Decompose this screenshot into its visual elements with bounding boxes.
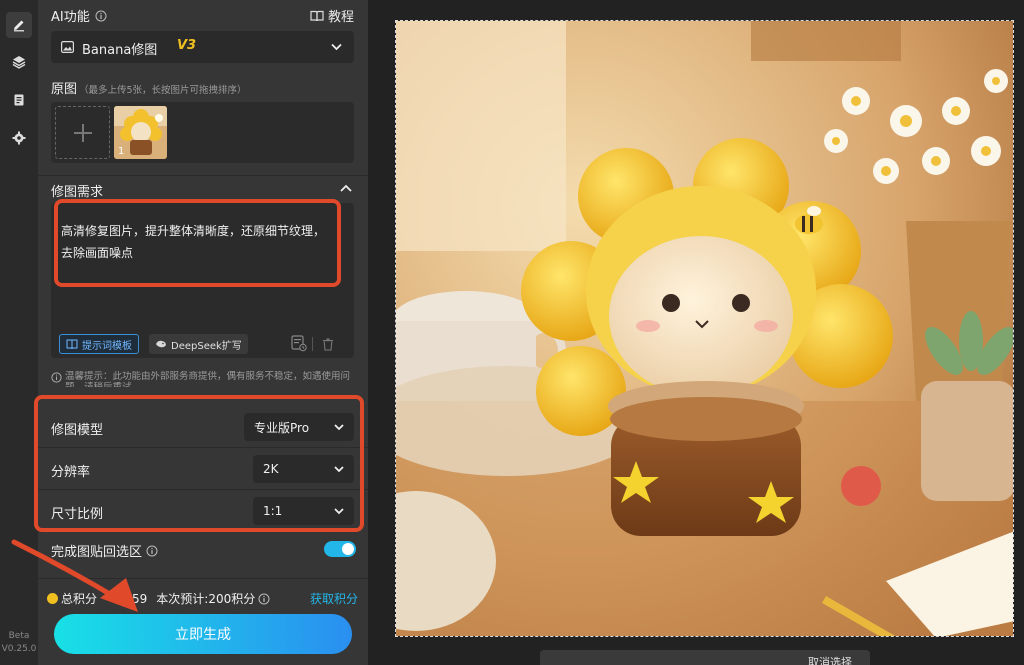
preview-artwork xyxy=(396,21,1013,636)
model-select[interactable]: Banana修图 V3 xyxy=(51,31,354,63)
book-icon xyxy=(310,10,324,21)
history-icon[interactable] xyxy=(291,335,307,352)
beta-label: Beta xyxy=(8,631,30,641)
source-thumbnail[interactable]: 1 xyxy=(114,106,167,159)
requirement-title: 修图需求 xyxy=(51,185,104,200)
tip-row: 温馨提示：此功能由外部服务商提供，偶有服务不稳定，如遇使用问题，请稍后重试 xyxy=(51,371,356,387)
param-ratio-label: 尺寸比例 xyxy=(51,507,104,522)
generate-button[interactable]: 立即生成 xyxy=(54,614,352,654)
version-label: V0.25.0 xyxy=(1,644,37,654)
paste-back-toggle[interactable] xyxy=(324,541,356,557)
ai-section-title: AI功能 xyxy=(51,10,90,25)
requirement-text: 高清修复图片，提升整体清晰度，还原细节纹理，去除画面噪点 xyxy=(61,224,326,260)
info-circle-icon xyxy=(51,372,62,383)
prompt-template-label: 提示词模板 xyxy=(82,340,132,352)
info-icon[interactable] xyxy=(258,593,270,605)
info-icon[interactable] xyxy=(95,10,107,22)
thumbnail-index: 1 xyxy=(118,146,125,157)
tip-text: 温馨提示：此功能由外部服务商提供，偶有服务不稳定，如遇使用问题，请稍后重试 xyxy=(65,371,351,387)
points-estimate: 本次预计:200积分 xyxy=(156,592,256,606)
add-image-button[interactable] xyxy=(55,106,110,159)
ai-section-header: AI功能 xyxy=(51,6,107,25)
model-type-value: 专业版Pro xyxy=(254,420,310,435)
chevron-down-icon xyxy=(331,43,342,51)
source-hint: （最多上传5张，长按图片可拖拽排序） xyxy=(79,85,247,96)
toolbar-divider xyxy=(312,337,313,351)
edit-tool-button[interactable] xyxy=(6,12,32,38)
source-images-area: 1 xyxy=(51,102,354,163)
book-open-icon xyxy=(66,339,78,349)
gear-icon xyxy=(12,131,26,145)
preview-image[interactable] xyxy=(395,20,1014,637)
resolution-value: 2K xyxy=(263,462,279,476)
source-header: 原图 （最多上传5张，长按图片可拖拽排序） xyxy=(51,78,247,97)
get-points-link[interactable]: 获取积分 xyxy=(310,590,358,607)
divider xyxy=(38,175,368,176)
document-tool-button[interactable] xyxy=(6,87,32,113)
ratio-select[interactable]: 1:1 xyxy=(253,497,354,525)
ratio-value: 1:1 xyxy=(263,504,283,518)
settings-tool-button[interactable] xyxy=(6,125,32,151)
chevron-down-icon xyxy=(334,466,344,473)
annotation-arrow xyxy=(11,539,138,612)
model-select-name: Banana修图 xyxy=(82,43,158,58)
resolution-select[interactable]: 2K xyxy=(253,455,354,483)
image-icon xyxy=(61,41,74,53)
requirement-textarea[interactable]: 高清修复图片，提升整体清晰度，还原细节纹理，去除画面噪点 提示词模板 DeepS… xyxy=(51,203,354,358)
chevron-up-icon[interactable] xyxy=(340,184,352,192)
deepseek-whale-icon xyxy=(156,340,166,348)
document-icon xyxy=(14,94,24,106)
canvas-area: 取消选择 xyxy=(368,0,1024,665)
model-type-select[interactable]: 专业版Pro xyxy=(244,413,354,441)
cancel-selection-button[interactable]: 取消选择 xyxy=(808,654,852,665)
tutorial-link[interactable]: 教程 xyxy=(310,6,354,25)
chevron-down-icon xyxy=(334,508,344,515)
param-model-label: 修图模型 xyxy=(51,423,104,438)
chevron-down-icon xyxy=(334,424,344,431)
tutorial-label: 教程 xyxy=(327,10,354,25)
param-resolution-label: 分辨率 xyxy=(51,465,91,480)
source-title: 原图 xyxy=(51,82,78,97)
plus-icon xyxy=(73,123,92,142)
param-row-ratio: 尺寸比例 1:1 xyxy=(38,490,368,532)
app-root: Beta V0.25.0 AI功能 教程 Banana修图 V3 原图 （最多上… xyxy=(0,0,1024,665)
param-row-model: 修图模型 专业版Pro xyxy=(38,406,368,448)
layers-icon xyxy=(12,56,26,69)
deepseek-expand-label: DeepSeek扩写 xyxy=(171,340,242,352)
deepseek-expand-button[interactable]: DeepSeek扩写 xyxy=(149,334,248,354)
layers-tool-button[interactable] xyxy=(6,49,32,75)
param-row-resolution: 分辨率 2K xyxy=(38,448,368,490)
trash-icon[interactable] xyxy=(322,338,334,351)
prompt-template-button[interactable]: 提示词模板 xyxy=(59,334,139,354)
bottom-toolbar: 取消选择 xyxy=(540,650,870,665)
model-version-badge: V3 xyxy=(177,38,197,53)
pencil-icon xyxy=(14,20,24,32)
